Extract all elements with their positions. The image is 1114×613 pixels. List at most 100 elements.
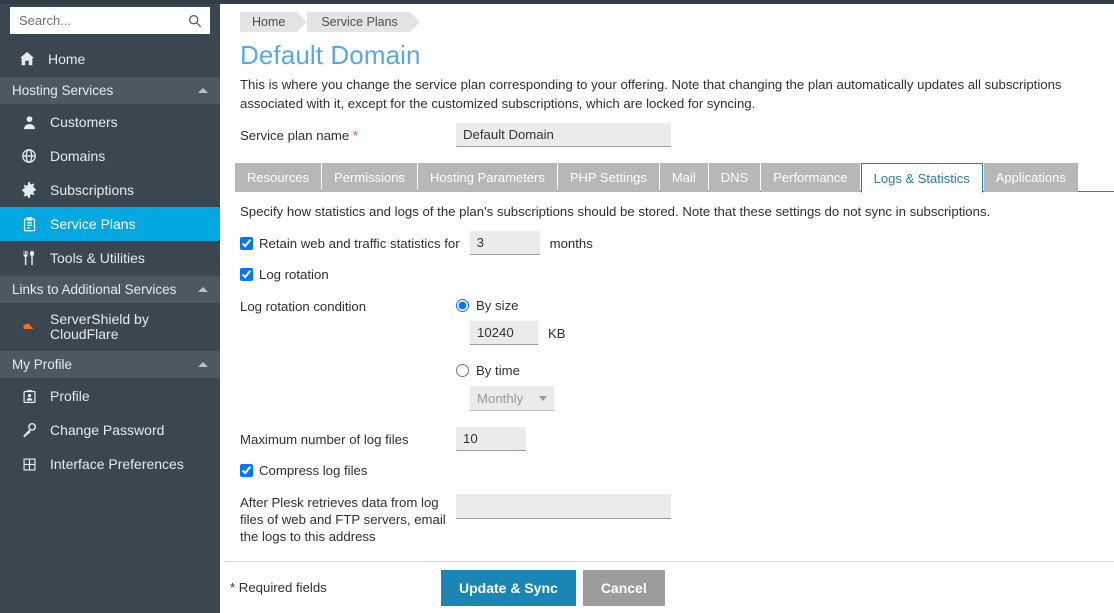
search-input[interactable] [11, 8, 209, 33]
breadcrumb-item-service-plans[interactable]: Service Plans [307, 12, 409, 32]
sidebar-item-subscriptions[interactable]: Subscriptions [0, 173, 220, 207]
breadcrumb-item-home[interactable]: Home [240, 12, 297, 32]
sidebar: Home Hosting Services Customers Domains [0, 0, 220, 613]
log-rotation-condition-label: Log rotation condition [240, 298, 456, 411]
service-plan-name-input[interactable] [456, 123, 671, 147]
sidebar-item-label: Home [48, 51, 85, 67]
sidebar-item-service-plans[interactable]: Service Plans [0, 207, 220, 241]
by-size-input[interactable] [470, 321, 538, 345]
sidebar-item-servershield-cloudflare[interactable]: ServerShield by CloudFlare [0, 304, 220, 350]
retain-statistics-checkbox[interactable] [240, 237, 253, 250]
sidebar-item-profile[interactable]: Profile [0, 379, 220, 413]
main-content: Home Service Plans Default Domain This i… [220, 0, 1114, 613]
by-time-period-value: Monthly [477, 391, 523, 406]
email-logs-input[interactable] [456, 494, 671, 519]
form-footer: * Required fields Update & Sync Cancel [225, 561, 1114, 613]
search-container [0, 0, 220, 42]
sidebar-section-links-additional-services[interactable]: Links to Additional Services [0, 275, 220, 304]
sidebar-item-label: Profile [50, 388, 90, 404]
tab-label: DNS [721, 170, 748, 185]
required-marker: * [353, 128, 358, 143]
top-strip [0, 0, 1114, 4]
search-box[interactable] [10, 7, 210, 34]
breadcrumb-label: Service Plans [321, 15, 397, 29]
breadcrumb: Home Service Plans [240, 12, 1114, 32]
tab-performance[interactable]: Performance [761, 163, 859, 192]
sidebar-section-label: Links to Additional Services [12, 282, 176, 297]
tab-logs-statistics[interactable]: Logs & Statistics [861, 163, 983, 193]
by-time-select-row: Monthly [470, 386, 566, 411]
breadcrumb-label: Home [252, 15, 285, 29]
key-icon [18, 421, 40, 439]
by-time-radio[interactable] [456, 364, 469, 377]
log-rotation-label: Log rotation [259, 267, 329, 282]
cancel-button[interactable]: Cancel [583, 570, 665, 606]
tab-applications[interactable]: Applications [984, 163, 1078, 192]
retain-statistics-row: Retain web and traffic statistics for mo… [240, 231, 1114, 255]
sidebar-item-domains[interactable]: Domains [0, 139, 220, 173]
sidebar-section-label: Hosting Services [12, 83, 113, 98]
tab-hosting-parameters[interactable]: Hosting Parameters [418, 163, 557, 192]
application-window: Home Hosting Services Customers Domains [0, 0, 1114, 613]
compress-log-files-row: Compress log files [240, 463, 1114, 478]
caret-up-icon [198, 88, 208, 93]
sidebar-item-tools-utilities[interactable]: Tools & Utilities [0, 241, 220, 275]
logs-statistics-panel: Specify how statistics and logs of the p… [230, 204, 1114, 545]
retain-statistics-label: Retain web and traffic statistics for [259, 236, 460, 251]
retain-statistics-months-input[interactable] [470, 231, 540, 255]
by-size-units: KB [548, 326, 566, 341]
tools-icon [18, 249, 40, 267]
tab-label: Logs & Statistics [874, 171, 970, 186]
content-body: Home Service Plans Default Domain This i… [220, 0, 1114, 545]
clipboard-icon [18, 215, 40, 233]
page-description: This is where you change the service pla… [240, 75, 1104, 113]
tab-label: Hosting Parameters [430, 170, 545, 185]
caret-down-icon [539, 396, 547, 401]
tab-label: Resources [247, 170, 309, 185]
cloudflare-icon [18, 318, 40, 336]
email-logs-label: After Plesk retrieves data from log file… [240, 494, 456, 545]
sidebar-item-home[interactable]: Home [0, 42, 220, 76]
max-log-files-input[interactable] [456, 427, 526, 451]
update-sync-button[interactable]: Update & Sync [441, 570, 576, 606]
tab-label: PHP Settings [570, 170, 647, 185]
max-log-files-label: Maximum number of log files [240, 432, 456, 447]
service-plan-name-label: Service plan name * [240, 128, 456, 143]
globe-icon [18, 147, 40, 165]
sidebar-item-interface-preferences[interactable]: Interface Preferences [0, 447, 220, 481]
search-icon [188, 14, 202, 28]
caret-up-icon [198, 362, 208, 367]
profile-card-icon [18, 387, 40, 405]
log-rotation-condition-block: Log rotation condition By size KB B [240, 298, 1114, 411]
user-icon [18, 113, 40, 131]
gear-icon [18, 181, 40, 199]
tab-resources[interactable]: Resources [235, 163, 321, 192]
sidebar-item-label: Domains [50, 148, 105, 164]
by-time-option: By time [456, 363, 566, 378]
retain-statistics-units: months [550, 236, 593, 251]
sidebar-item-change-password[interactable]: Change Password [0, 413, 220, 447]
sidebar-item-label: Service Plans [50, 216, 136, 232]
tab-permissions[interactable]: Permissions [322, 163, 417, 192]
sidebar-section-my-profile[interactable]: My Profile [0, 350, 220, 379]
tab-php-settings[interactable]: PHP Settings [558, 163, 659, 192]
tab-mail[interactable]: Mail [660, 163, 708, 192]
caret-up-icon [198, 287, 208, 292]
tab-label: Applications [996, 170, 1066, 185]
page-title: Default Domain [240, 40, 1114, 71]
by-time-label: By time [476, 363, 520, 378]
sidebar-item-label: ServerShield by CloudFlare [50, 312, 220, 342]
sidebar-item-label: Subscriptions [50, 182, 134, 198]
grid-icon [18, 455, 40, 473]
sidebar-item-customers[interactable]: Customers [0, 105, 220, 139]
compress-log-files-checkbox[interactable] [240, 464, 253, 477]
by-size-option: By size [456, 298, 566, 313]
log-rotation-row: Log rotation [240, 267, 1114, 282]
sidebar-item-label: Interface Preferences [50, 456, 184, 472]
tab-dns[interactable]: DNS [709, 163, 760, 192]
sidebar-item-label: Customers [50, 114, 118, 130]
sidebar-section-hosting-services[interactable]: Hosting Services [0, 76, 220, 105]
log-rotation-checkbox[interactable] [240, 268, 253, 281]
by-time-period-select[interactable]: Monthly [470, 386, 554, 411]
by-size-radio[interactable] [456, 299, 469, 312]
